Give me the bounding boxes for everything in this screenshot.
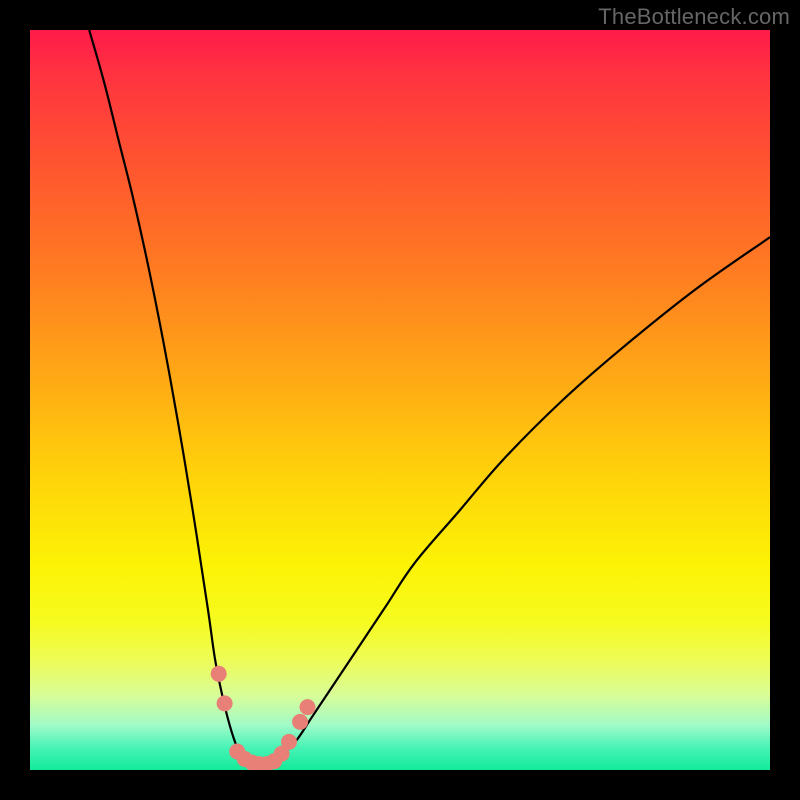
- chart-frame: TheBottleneck.com: [0, 0, 800, 800]
- watermark-text: TheBottleneck.com: [598, 4, 790, 30]
- curve-left-branch: [89, 30, 259, 768]
- marker-point: [292, 714, 308, 730]
- marker-point: [217, 695, 233, 711]
- chart-svg: [30, 30, 770, 770]
- marker-point: [211, 666, 227, 682]
- marker-group: [211, 666, 316, 770]
- marker-point: [281, 734, 297, 750]
- curve-right-branch: [259, 237, 770, 768]
- marker-point: [300, 699, 316, 715]
- plot-area: [30, 30, 770, 770]
- curve-lines: [89, 30, 770, 768]
